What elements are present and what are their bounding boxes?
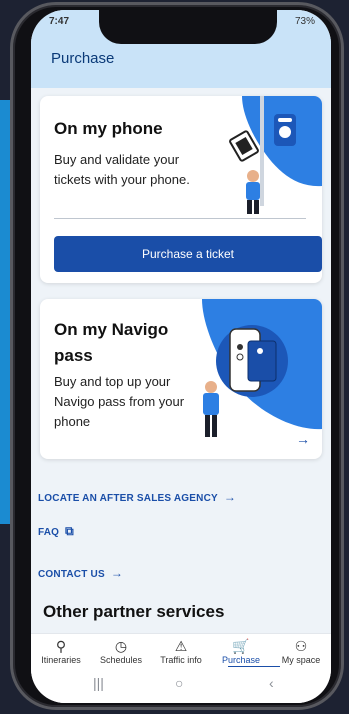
tab-schedules[interactable]: ◷ Schedules: [91, 637, 151, 665]
tab-label: Schedules: [99, 655, 143, 665]
back-button[interactable]: ‹: [269, 675, 274, 691]
contact-us-link[interactable]: CONTACT US →: [38, 566, 123, 580]
faq-link[interactable]: FAQ ⧉: [38, 524, 74, 539]
purchase-ticket-button[interactable]: Purchase a ticket: [54, 236, 322, 272]
bottom-tab-bar: ⚲ Itineraries ◷ Schedules ⚠ Traffic info…: [31, 633, 331, 668]
card-title-phone: On my phone: [54, 119, 163, 138]
link-label: CONTACT US: [38, 569, 105, 580]
main-content[interactable]: On my phone Buy and validate your ticket…: [31, 88, 331, 633]
arrow-right-icon: →: [223, 490, 237, 504]
status-time: 7:47: [49, 16, 70, 27]
link-label: FAQ: [38, 527, 60, 538]
camera-notch: [99, 10, 277, 44]
tab-label: Traffic info: [160, 655, 202, 665]
section-heading-partners: Other partner services: [43, 602, 225, 621]
link-label: LOCATE AN AFTER SALES AGENCY: [38, 493, 218, 504]
page-title: Purchase: [51, 50, 115, 67]
stage: 7:47 73% Purchase On my phone Buy and va…: [0, 0, 349, 714]
card-text-phone: Buy and validate your tickets with your …: [54, 152, 190, 187]
warning-icon: ⚠: [174, 638, 188, 654]
recent-apps-button[interactable]: |||: [93, 675, 104, 691]
arrow-right-icon: →: [110, 566, 124, 580]
app-header: Purchase: [31, 38, 331, 88]
person-icon: ⚇: [294, 638, 308, 654]
phone-ticket-illustration: [229, 96, 322, 214]
tab-label: My space: [281, 655, 321, 665]
navigo-pass-card[interactable]: On my Navigo pass Buy and top up your Na…: [40, 299, 322, 459]
route-pin-icon: ⚲: [55, 638, 67, 654]
system-nav-bar: ||| ○ ‹: [31, 667, 331, 703]
battery-level: 73%: [294, 16, 315, 27]
tab-itineraries[interactable]: ⚲ Itineraries: [31, 637, 91, 665]
card-title-navigo: On my Navigo pass: [54, 320, 169, 365]
tab-my-space[interactable]: ⚇ My space: [271, 637, 331, 665]
locate-agency-link[interactable]: LOCATE AN AFTER SALES AGENCY →: [38, 490, 236, 504]
clock-icon: ◷: [114, 638, 128, 654]
tab-label: Purchase: [221, 655, 261, 665]
card-text-navigo: Buy and top up your Navigo pass from you…: [54, 374, 185, 429]
tab-traffic-info[interactable]: ⚠ Traffic info: [151, 637, 211, 665]
arrow-right-icon[interactable]: →: [296, 431, 310, 447]
phone-ticket-card: On my phone Buy and validate your ticket…: [40, 96, 322, 283]
home-button[interactable]: ○: [175, 675, 183, 691]
external-link-icon: ⧉: [65, 524, 74, 538]
card-divider: [54, 218, 306, 219]
cart-icon: 🛒: [232, 638, 250, 654]
tab-purchase[interactable]: 🛒 Purchase: [211, 637, 271, 665]
phone-screen: 7:47 73% Purchase On my phone Buy and va…: [31, 10, 331, 703]
tab-label: Itineraries: [41, 655, 81, 665]
